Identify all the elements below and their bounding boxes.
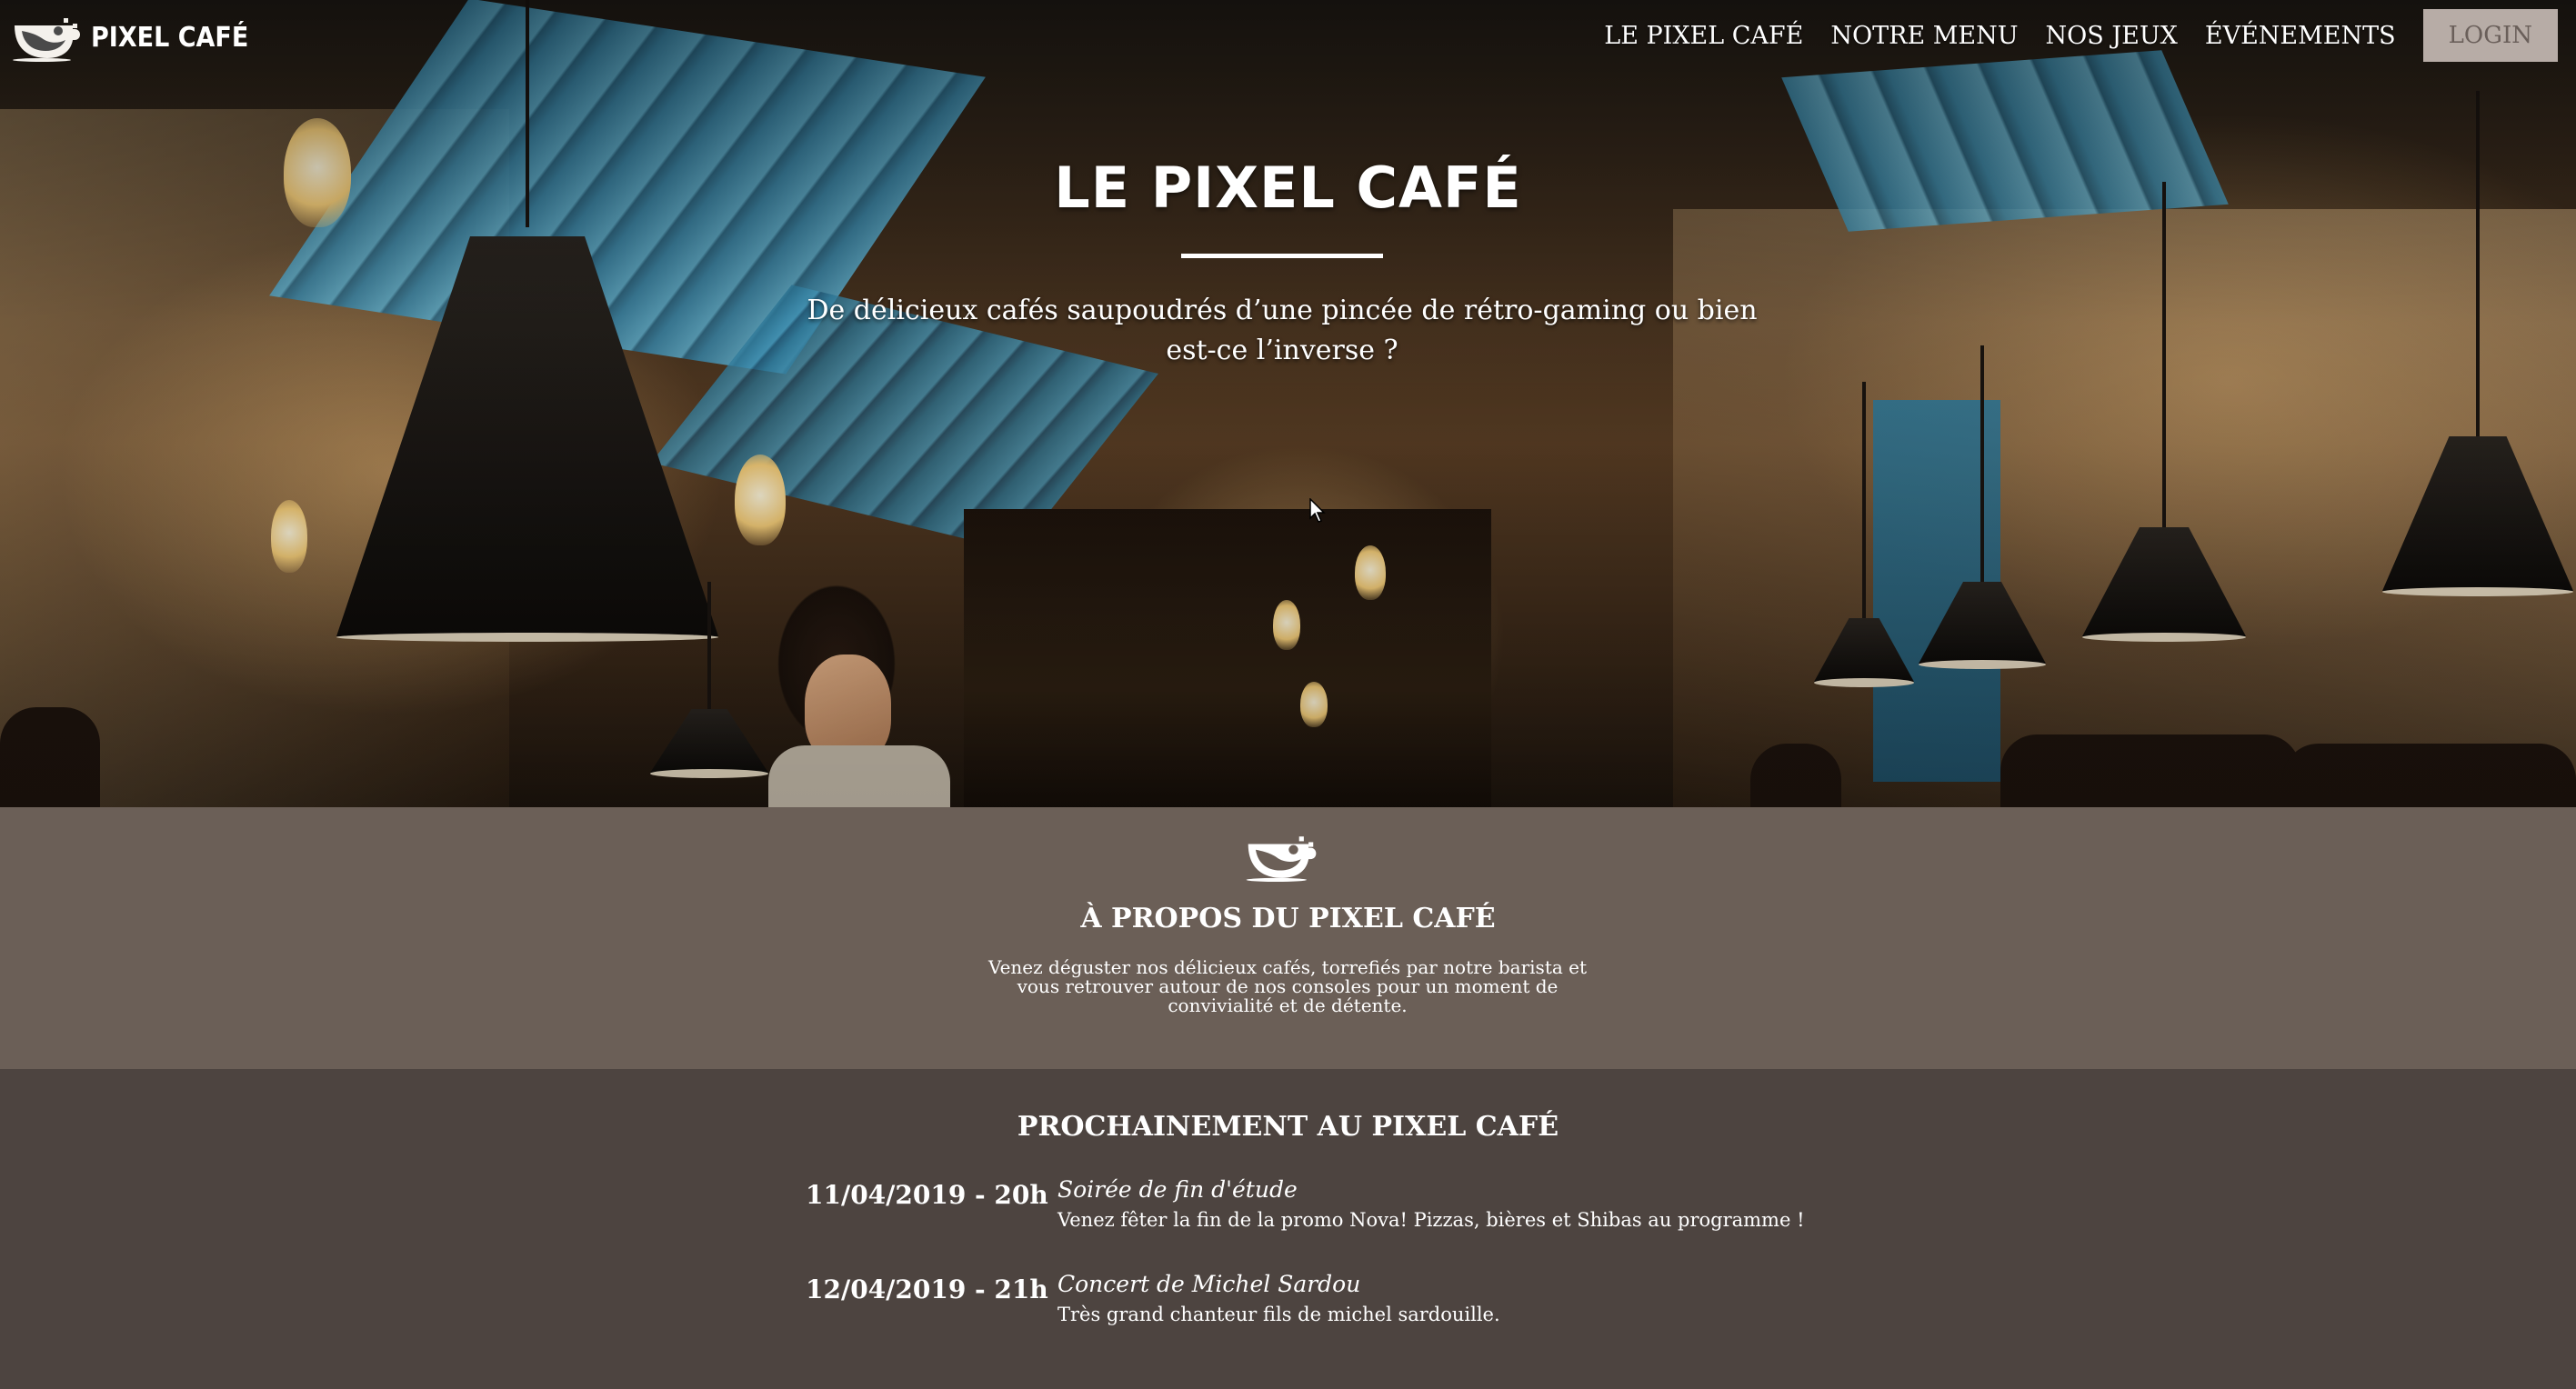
hero-overlay xyxy=(0,0,2576,807)
about-text: Venez déguster nos délicieux cafés, torr… xyxy=(987,956,1588,1016)
events-title: PROCHAINEMENT AU PIXEL CAFÉ xyxy=(1017,1111,1559,1143)
nav-link-nos-jeux[interactable]: NOS JEUX xyxy=(2046,22,2178,50)
event-name: Concert de Michel Sardou xyxy=(1057,1271,1361,1297)
about-title: À PROPOS DU PIXEL CAFÉ xyxy=(1080,903,1496,934)
event-date: 11/04/2019 - 20h xyxy=(806,1180,1048,1210)
nav-link-le-pixel-cafe[interactable]: LE PIXEL CAFÉ xyxy=(1604,22,1803,50)
login-button[interactable]: LOGIN xyxy=(2422,9,2558,62)
event-name: Soirée de fin d'étude xyxy=(1057,1176,1298,1203)
hero-banner xyxy=(0,0,2576,807)
coffee-cup-logo-icon xyxy=(1246,836,1317,882)
about-section: À PROPOS DU PIXEL CAFÉ Venez déguster no… xyxy=(0,807,2576,1069)
hero-subtitle: De délicieux cafés saupoudrés d’une pinc… xyxy=(807,295,1758,366)
events-section: PROCHAINEMENT AU PIXEL CAFÉ 11/04/2019 -… xyxy=(0,1069,2576,1389)
top-navbar: PIXEL CAFÉ LE PIXEL CAFÉ NOTRE MENU NOS … xyxy=(0,0,2576,78)
event-description: Très grand chanteur fils de michel sardo… xyxy=(1057,1304,1500,1325)
nav-links: LE PIXEL CAFÉ NOTRE MENU NOS JEUX ÉVÉNEM… xyxy=(1577,9,2558,62)
nav-link-notre-menu[interactable]: NOTRE MENU xyxy=(1830,22,2018,50)
hero-title: LE PIXEL CAFÉ xyxy=(1054,155,1522,221)
coffee-cup-logo-icon xyxy=(13,18,80,62)
event-date: 12/04/2019 - 21h xyxy=(806,1274,1048,1304)
brand-name: PIXEL CAFÉ xyxy=(91,21,249,54)
nav-link-evenements[interactable]: ÉVÉNEMENTS xyxy=(2205,22,2396,50)
event-description: Venez fêter la fin de la promo Nova! Piz… xyxy=(1057,1209,1805,1231)
brand-logo-link[interactable]: PIXEL CAFÉ xyxy=(9,13,266,62)
hero-divider xyxy=(1181,254,1383,258)
mouse-cursor-icon xyxy=(1309,498,1326,523)
